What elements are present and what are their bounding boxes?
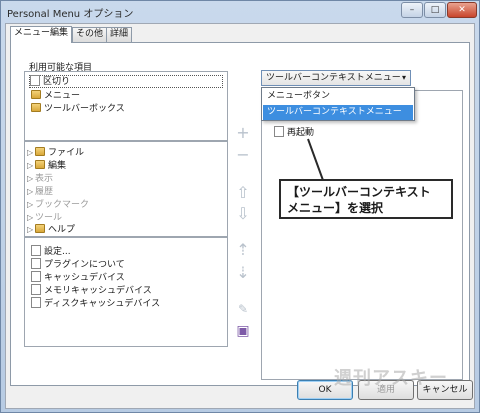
expand-arrow-icon[interactable]: ▷ — [27, 198, 35, 211]
folder-icon — [31, 103, 41, 112]
tab-details[interactable]: 詳細 — [106, 27, 133, 42]
combo-value: ツールバーコンテキストメニュー — [266, 73, 401, 83]
list-item[interactable]: ▷ 編集 — [27, 159, 66, 172]
list-item-label: ツール — [35, 213, 63, 223]
list-item-label: ブックマーク — [35, 200, 90, 210]
callout-line-1: 【ツールバーコンテキスト — [287, 185, 431, 199]
folder-icon — [35, 224, 45, 233]
annotation-callout: 【ツールバーコンテキスト メニュー】を選択 — [279, 179, 453, 219]
list-item-label: 再起動 — [287, 128, 315, 138]
list-item-label: ファイル — [48, 148, 85, 158]
available-list-group-3[interactable]: 設定... プラグインについて キャッシュデバイス メモリキャッシュデバイス デ… — [24, 237, 228, 347]
list-item[interactable]: ▷ ファイル — [27, 146, 84, 159]
expand-arrow-icon[interactable]: ▷ — [27, 185, 35, 198]
doc-icon — [30, 75, 40, 86]
dropdown-option-selected[interactable]: ツールバーコンテキストメニュー — [263, 105, 413, 120]
list-item[interactable]: プラグインについて — [31, 258, 125, 272]
list-item[interactable]: ディスクキャッシュデバイス — [31, 297, 161, 311]
list-item[interactable]: ▷ ヘルプ — [27, 223, 75, 236]
move-up-icon[interactable]: ⇧ — [233, 185, 253, 201]
doc-icon — [31, 284, 41, 295]
title-bar[interactable]: Personal Menu オプション – □ ✕ — [1, 1, 479, 21]
list-item[interactable]: メニュー — [31, 90, 80, 103]
list-item-label: プラグインについて — [44, 260, 125, 270]
minimize-button[interactable]: – — [401, 2, 423, 18]
list-item[interactable]: メモリキャッシュデバイス — [31, 284, 152, 298]
expand-arrow-icon[interactable]: ▷ — [27, 172, 35, 185]
folder-icon — [35, 147, 45, 156]
doc-icon — [31, 271, 41, 282]
list-item-label: 表示 — [35, 174, 54, 184]
save-icon[interactable]: ▣ — [233, 323, 253, 339]
edit-icon[interactable]: ✎ — [233, 301, 253, 317]
expand-arrow-icon[interactable]: ▷ — [27, 159, 35, 172]
menu-items-list[interactable]: 再起動 — [261, 90, 463, 380]
tab-other[interactable]: その他 — [72, 27, 108, 42]
move-down-alt-icon[interactable]: ⇣ — [233, 265, 253, 281]
move-up-alt-icon[interactable]: ⇡ — [233, 242, 253, 258]
list-item[interactable]: ▷ 表示 — [27, 172, 53, 185]
available-list-group-1[interactable]: 区切り メニュー ツールバーボックス — [24, 71, 228, 141]
expand-arrow-icon[interactable]: ▷ — [27, 146, 35, 159]
list-item-label: ツールバーボックス — [44, 104, 125, 114]
folder-icon — [31, 90, 41, 99]
folder-icon — [35, 160, 45, 169]
list-item[interactable]: ▷ ブックマーク — [27, 198, 89, 211]
list-item[interactable]: キャッシュデバイス — [31, 271, 125, 285]
combo-dropdown: メニューボタン ツールバーコンテキストメニュー — [261, 87, 415, 121]
available-list-group-2[interactable]: ▷ ファイル ▷ 編集 ▷ 表示 ▷ 履歴 ▷ ブックマーク ▷ ツール ▷ ヘ… — [24, 141, 228, 237]
tab-page: 利用可能な項目 区切り メニュー ツールバーボックス ▷ ファイル ▷ 編集 ▷… — [10, 42, 470, 386]
doc-icon — [274, 126, 284, 137]
doc-icon — [31, 297, 41, 308]
list-item-label: ディスクキャッシュデバイス — [44, 299, 161, 309]
maximize-button[interactable]: □ — [424, 2, 446, 18]
close-button[interactable]: ✕ — [447, 2, 477, 18]
window-title: Personal Menu オプション — [7, 9, 134, 20]
list-item-label: ヘルプ — [48, 225, 76, 235]
target-menu-combo[interactable]: ツールバーコンテキストメニュー ▾ — [261, 70, 411, 86]
remove-icon[interactable]: − — [233, 147, 253, 163]
expand-arrow-icon[interactable]: ▷ — [27, 223, 35, 236]
watermark-logo: 週刊アスキー — [334, 368, 448, 389]
dialog-client: メニュー編集 その他 詳細 利用可能な項目 区切り メニュー ツールバーボックス… — [5, 23, 475, 409]
options-window: Personal Menu オプション – □ ✕ メニュー編集 その他 詳細 … — [0, 0, 480, 413]
list-item[interactable]: ツールバーボックス — [31, 103, 125, 116]
add-icon[interactable]: + — [233, 125, 253, 141]
callout-line-2: メニュー】を選択 — [287, 201, 384, 215]
list-item-label: 編集 — [48, 161, 67, 171]
list-item-label: メモリキャッシュデバイス — [44, 286, 152, 296]
list-item[interactable]: 区切り — [29, 75, 223, 88]
list-item[interactable]: ▷ 履歴 — [27, 185, 53, 198]
list-item-label: 区切り — [43, 77, 71, 87]
move-down-icon[interactable]: ⇩ — [233, 206, 253, 222]
chevron-down-icon: ▾ — [401, 73, 406, 82]
doc-icon — [31, 245, 41, 256]
doc-icon — [31, 258, 41, 269]
list-item-label: メニュー — [44, 91, 81, 101]
dropdown-option[interactable]: メニューボタン — [263, 89, 413, 104]
tab-menu-edit[interactable]: メニュー編集 — [10, 26, 73, 43]
list-item-label: キャッシュデバイス — [44, 273, 125, 283]
list-item-label: 設定... — [44, 247, 71, 257]
list-item-label: 履歴 — [35, 187, 54, 197]
